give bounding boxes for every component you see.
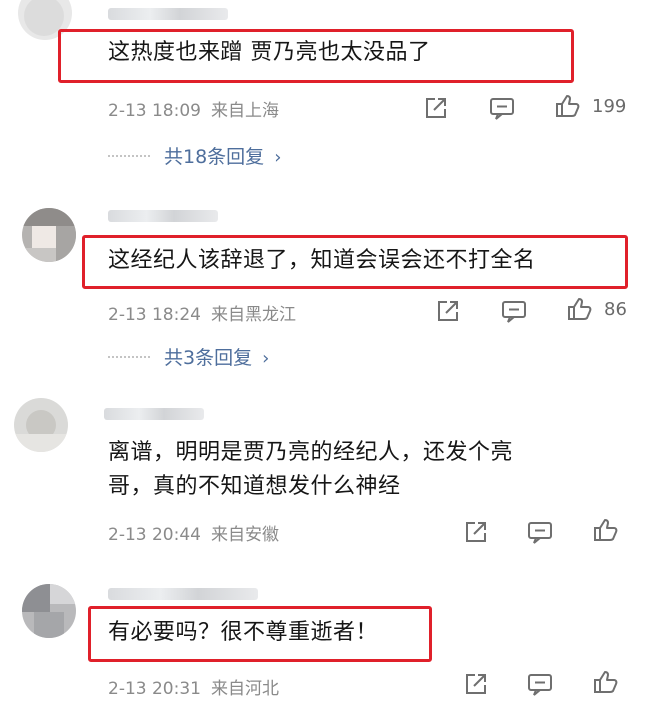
like-count: 86 <box>604 299 627 320</box>
reply-dots <box>108 155 150 157</box>
share-icon[interactable] <box>462 518 490 546</box>
comment-icon[interactable] <box>526 518 554 546</box>
replies-label: 共18条回复 <box>164 146 265 168</box>
comment-location: 来自安徽 <box>210 525 279 545</box>
comment-icon[interactable] <box>500 297 528 325</box>
avatar[interactable] <box>22 208 76 262</box>
share-icon[interactable] <box>434 297 462 325</box>
like-icon[interactable] <box>566 295 594 323</box>
like-icon[interactable] <box>592 516 620 544</box>
comment-text-line-1: 离谱，明明是贾乃亮的经纪人，还发个亮 <box>108 440 514 465</box>
like-icon[interactable] <box>592 668 620 696</box>
comment-time: 2-13 20:31 <box>108 679 201 699</box>
comment-location: 来自上海 <box>210 101 279 121</box>
comment-2: 这经纪人该辞退了，知道会误会还不打全名 2-13 18:24 来自黑龙江 86 共… <box>0 190 660 390</box>
comment-text: 这热度也来蹭 贾乃亮也太没品了 <box>108 40 431 65</box>
comment-location: 来自黑龙江 <box>210 305 296 325</box>
comment-meta: 2-13 18:24 来自黑龙江 <box>108 300 306 325</box>
username-blurred[interactable] <box>108 588 258 600</box>
share-icon[interactable] <box>462 670 490 698</box>
avatar[interactable] <box>22 584 76 638</box>
comment-icon[interactable] <box>488 94 516 122</box>
comment-time: 2-13 20:44 <box>108 525 201 545</box>
like-icon[interactable] <box>554 92 582 120</box>
comment-time: 2-13 18:09 <box>108 101 201 121</box>
comment-icon[interactable] <box>526 670 554 698</box>
comment-location: 来自河北 <box>210 679 279 699</box>
comment-1: 这热度也来蹭 贾乃亮也太没品了 2-13 18:09 来自上海 199 共18条回… <box>0 0 660 190</box>
username-blurred[interactable] <box>108 8 228 20</box>
comment-3: 离谱，明明是贾乃亮的经纪人，还发个亮 哥，真的不知道想发什么神经 2-13 20… <box>0 390 660 570</box>
username-blurred[interactable] <box>108 210 218 222</box>
chevron-right-icon: › <box>274 147 282 168</box>
username-blurred[interactable] <box>104 408 204 420</box>
like-count: 199 <box>592 96 627 117</box>
comment-meta: 2-13 18:09 来自上海 <box>108 96 289 121</box>
avatar[interactable] <box>14 398 68 452</box>
comment-text: 这经纪人该辞退了，知道会误会还不打全名 <box>108 248 536 273</box>
replies-label: 共3条回复 <box>164 347 253 369</box>
comment-text-line-2: 哥，真的不知道想发什么神经 <box>108 474 401 499</box>
reply-dots <box>108 356 150 358</box>
comment-text: 有必要吗？很不尊重逝者！ <box>108 620 379 645</box>
comment-4: 有必要吗？很不尊重逝者！ 2-13 20:31 来自河北 <box>0 570 660 716</box>
view-replies-link[interactable]: 共3条回复 › <box>164 343 269 370</box>
comment-time: 2-13 18:24 <box>108 305 201 325</box>
chevron-right-icon: › <box>262 348 270 369</box>
view-replies-link[interactable]: 共18条回复 › <box>164 142 281 169</box>
share-icon[interactable] <box>422 94 450 122</box>
comment-meta: 2-13 20:44 来自安徽 <box>108 520 289 545</box>
comment-meta: 2-13 20:31 来自河北 <box>108 674 289 699</box>
